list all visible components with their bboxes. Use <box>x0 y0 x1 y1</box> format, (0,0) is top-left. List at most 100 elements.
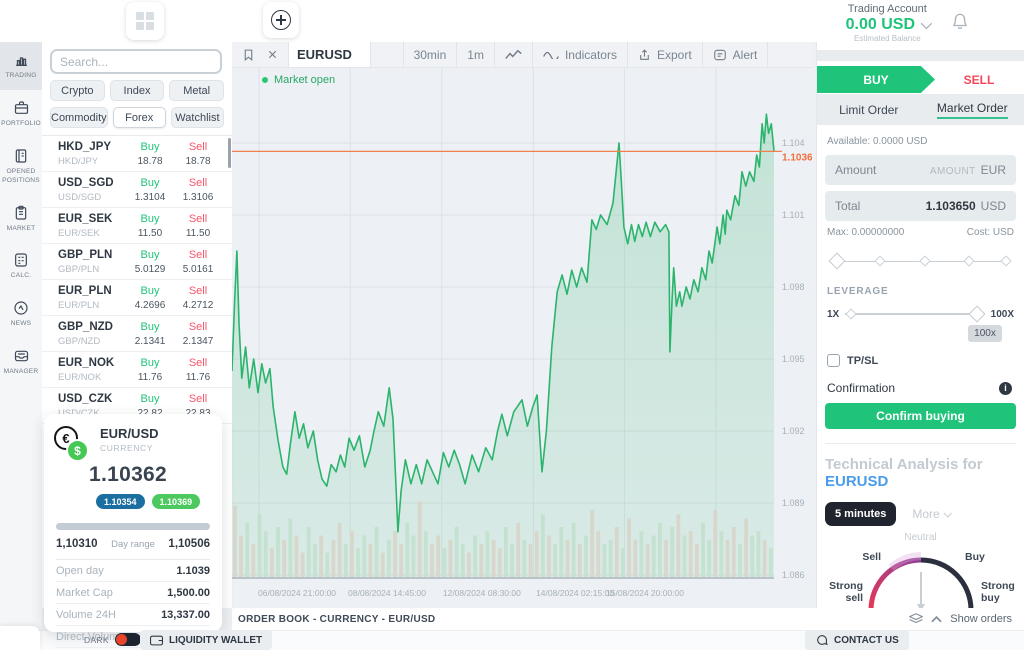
instrument-row-hkd_jpy[interactable]: HKD_JPYHKD/JPYBuy18.78Sell18.78 <box>42 136 232 172</box>
leverage-slider[interactable] <box>845 307 984 321</box>
svg-text:1.101: 1.101 <box>782 210 805 220</box>
more-dropdown[interactable]: More <box>912 507 949 521</box>
sell-quote[interactable]: Sell4.2712 <box>174 285 222 311</box>
instrument-symbol: EUR_PLN <box>58 285 126 297</box>
cost-label: Cost: USD <box>967 227 1014 238</box>
sell-tab[interactable]: SELL <box>934 66 1024 93</box>
buy-quote[interactable]: Buy18.78 <box>126 141 174 167</box>
buy-quote[interactable]: Buy2.1341 <box>126 321 174 347</box>
close-tab-icon[interactable] <box>267 49 278 60</box>
total-currency: USD <box>981 199 1006 213</box>
account-summary[interactable]: Trading Account 0.00 USD Estimated Balan… <box>846 3 929 43</box>
limit-order-tab[interactable]: Limit Order <box>817 94 921 125</box>
percent-stop-50[interactable] <box>919 255 930 266</box>
tpsl-checkbox[interactable] <box>827 354 840 367</box>
percent-slider[interactable] <box>831 254 1010 268</box>
wave-icon <box>543 50 559 59</box>
instrument-row-eur_sek[interactable]: EUR_SEKEUR/SEKBuy11.50Sell11.50 <box>42 208 232 244</box>
filter-chip-metal[interactable]: Metal <box>169 80 224 101</box>
show-orders-button[interactable]: Show orders <box>909 613 1012 625</box>
sell-quote[interactable]: Sell11.76 <box>174 357 222 383</box>
list-scrollbar[interactable] <box>228 138 231 168</box>
contact-us-button[interactable]: CONTACT US <box>805 630 909 650</box>
sell-quote[interactable]: Sell11.50 <box>174 213 222 239</box>
instrument-row-usd_sgd[interactable]: USD_SGDUSD/SGDBuy1.3104Sell1.3106 <box>42 172 232 208</box>
instrument-card: € $ EUR/USD CURRENCY 1.10362 1.10354 1.1… <box>44 414 222 632</box>
filter-chip-commodity[interactable]: Commodity <box>50 107 108 128</box>
plus-circle-icon <box>271 10 291 30</box>
leverage-slider-handle[interactable] <box>968 306 985 323</box>
chart-type-button[interactable] <box>495 42 533 67</box>
sidebar-item-portfolio[interactable]: PORTFOLIO <box>0 90 42 138</box>
apps-grid-button[interactable] <box>126 2 164 40</box>
available-balance: Available: 0.0000 USD <box>827 136 1016 147</box>
gauge-neutral-top: Neutral <box>904 532 936 543</box>
confirmation-label: Confirmation <box>827 381 895 395</box>
sell-quote[interactable]: Sell18.78 <box>174 141 222 167</box>
bookmark-icon[interactable] <box>242 48 255 62</box>
indicators-button[interactable]: Indicators <box>533 42 628 67</box>
timeframe-1m-button[interactable]: 1m <box>457 42 495 67</box>
sell-quote[interactable]: Sell5.0161 <box>174 249 222 275</box>
buy-tab[interactable]: BUY <box>817 66 935 93</box>
percent-slider-handle[interactable] <box>829 253 846 270</box>
percent-stop-25[interactable] <box>874 255 885 266</box>
svg-text:1.089: 1.089 <box>782 498 805 508</box>
timeframe-30min-button[interactable]: 30min <box>404 42 458 67</box>
tpsl-checkbox-row[interactable]: TP/SL <box>827 354 1014 367</box>
sidebar-item-manager[interactable]: MANAGER <box>0 338 42 386</box>
sell-quote[interactable]: Sell1.3106 <box>174 177 222 203</box>
amount-field[interactable]: Amount AMOUNTEUR <box>825 155 1016 185</box>
buy-quote[interactable]: Buy4.2696 <box>126 285 174 311</box>
notifications-bell-icon[interactable] <box>951 12 969 30</box>
instrument-row-gbp_pln[interactable]: GBP_PLNGBP/PLNBuy5.0129Sell5.0161 <box>42 244 232 280</box>
filter-chip-crypto[interactable]: Crypto <box>50 80 105 101</box>
stat-value: 1,500.00 <box>167 587 210 599</box>
stat-value: 1.1039 <box>176 565 210 577</box>
instrument-symbol: GBP_NZD <box>58 321 126 333</box>
percent-stop-100[interactable] <box>1000 255 1011 266</box>
instrument-pair: GBP/NZD <box>58 336 126 347</box>
leverage-value-badge: 100x <box>968 325 1002 342</box>
info-icon[interactable]: i <box>999 382 1012 395</box>
add-tab-button[interactable] <box>263 2 299 38</box>
sidebar-item-opened-positions[interactable]: OPENED POSITIONS <box>0 138 42 195</box>
chart-symbol-tab[interactable]: EURUSD <box>289 42 371 67</box>
instrument-row-eur_pln[interactable]: EUR_PLNEUR/PLNBuy4.2696Sell4.2712 <box>42 280 232 316</box>
sidebar-item-market[interactable]: MARKET <box>0 195 42 243</box>
buy-quote[interactable]: Buy1.3104 <box>126 177 174 203</box>
filter-chip-index[interactable]: Index <box>110 80 165 101</box>
confirm-buying-button[interactable]: Confirm buying <box>825 403 1016 429</box>
chart-canvas: 1.1041.1011.0981.0951.0921.0891.0861.103… <box>232 68 812 608</box>
journal-icon <box>13 148 29 164</box>
buy-quote[interactable]: Buy11.76 <box>126 357 174 383</box>
buy-quote[interactable]: Buy5.0129 <box>126 249 174 275</box>
alert-button[interactable]: Alert <box>703 42 769 67</box>
export-button[interactable]: Export <box>628 42 703 67</box>
sell-quote[interactable]: Sell2.1347 <box>174 321 222 347</box>
percent-stop-75[interactable] <box>964 255 975 266</box>
range-low: 1,10310 <box>56 538 98 550</box>
filter-chip-watchlist[interactable]: Watchlist <box>171 107 224 128</box>
instrument-pair: GBP/PLN <box>58 264 126 275</box>
leverage-min: 1X <box>827 309 839 320</box>
timeframe-5min-pill[interactable]: 5 minutes <box>825 502 896 526</box>
sidebar-item-news[interactable]: NEWS <box>0 290 42 338</box>
total-field[interactable]: Total 1.103650USD <box>825 191 1016 221</box>
liquidity-wallet-button[interactable]: LIQUIDITY WALLET <box>140 630 272 650</box>
technical-analysis-symbol: EURUSD <box>825 473 888 490</box>
search-input[interactable] <box>50 49 222 74</box>
sidebar-item-calc-[interactable]: CALC. <box>0 242 42 290</box>
market-order-tab[interactable]: Market Order <box>921 94 1024 125</box>
theme-switch[interactable] <box>115 633 141 646</box>
filter-chip-forex[interactable]: Forex <box>113 107 166 128</box>
instrument-pair: EUR/SEK <box>58 228 126 239</box>
buy-quote[interactable]: Buy11.50 <box>126 213 174 239</box>
sidebar-item-trading[interactable]: TRADING <box>0 42 42 90</box>
instrument-row-eur_nok[interactable]: EUR_NOKEUR/NOKBuy11.76Sell11.76 <box>42 352 232 388</box>
instrument-row-gbp_nzd[interactable]: GBP_NZD GBP/NZDBuy2.1341Sell2.1347 <box>42 316 232 352</box>
range-high: 1,10506 <box>168 538 210 550</box>
price-chart[interactable]: Market open 1.1041.1011.0981.0951.0921.0… <box>232 68 812 608</box>
stat-label: Volume 24H <box>56 609 116 621</box>
order-panel: BUY SELL Limit Order Market Order Availa… <box>816 42 1024 608</box>
